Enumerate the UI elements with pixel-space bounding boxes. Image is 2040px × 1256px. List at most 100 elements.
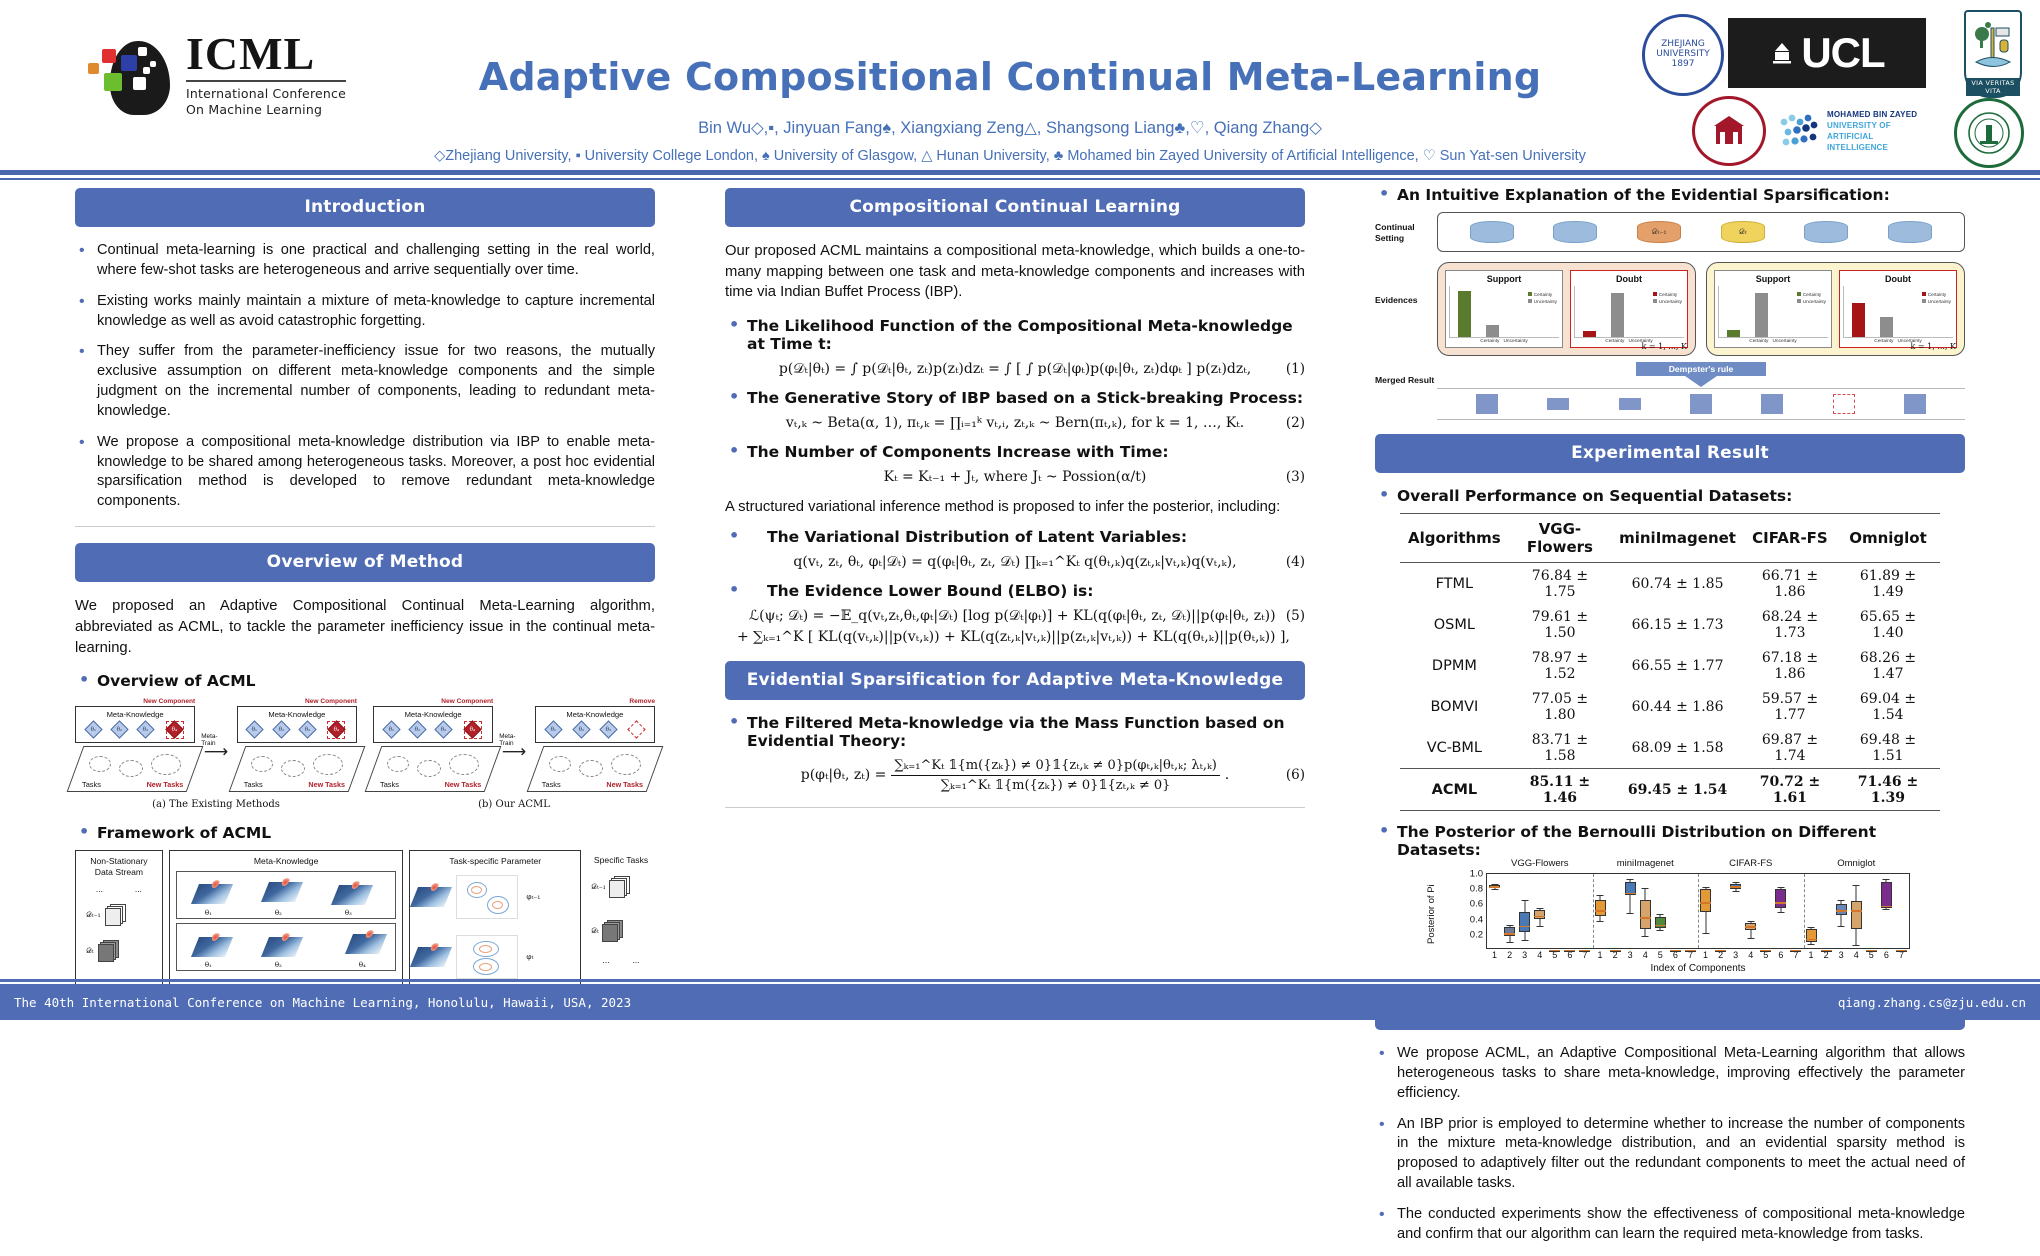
overview-paragraph: We proposed an Adaptive Compositional Co… xyxy=(75,598,655,656)
boxplot-y-tick: 0.8 xyxy=(1469,883,1483,895)
boxplot-x-tick: 1 xyxy=(1492,950,1498,960)
equation-1-body: p(𝒟ₜ|θₜ) = ∫ p(𝒟ₜ|θₜ, zₜ)p(zₜ)dzₜ = ∫ [ … xyxy=(778,361,1252,378)
equation-5-line1: ℒ(ψₜ; 𝒟ₜ) = −𝔼_q(vₜ,zₜ,θₜ,φₜ|𝒟ₜ) [log p(… xyxy=(749,607,1276,624)
equation-4-body: q(vₜ, zₜ, θₜ, φₜ|𝒟ₜ) = q(φₜ|θₜ, zₜ, 𝒟ₜ) … xyxy=(793,553,1237,570)
equation-1: p(𝒟ₜ|θₜ) = ∫ p(𝒟ₜ|θₜ, zₜ)p(zₜ)dzₜ = ∫ [ … xyxy=(725,361,1305,377)
table-row: OSML 79.61 ± 1.50 66.15 ± 1.73 68.24 ± 1… xyxy=(1433,608,1917,641)
boxplot-y-tick: 1.0 xyxy=(1469,868,1483,880)
boxplot-x-tick: 4 xyxy=(1642,950,1648,960)
zhejiang-university-logo: ZHEJIANG UNIVERSITY 1897 xyxy=(1642,14,1724,96)
dataset-cylinder xyxy=(1469,221,1514,243)
boxplot-x-tick: 3 xyxy=(1627,950,1633,960)
subheading-intuitive-explanation: An Intuitive Explanation of the Evidenti… xyxy=(1375,184,1965,204)
boxplot-group-label: VGG-Flowers xyxy=(1510,858,1569,869)
equation-5: ℒ(ψₜ; 𝒟ₜ) = −𝔼_q(vₜ,zₜ,θₜ,φₜ|𝒟ₜ) [log p(… xyxy=(725,608,1305,645)
equation-1-number: (1) xyxy=(1285,361,1305,378)
author-list: Bin Wu◇,▪, Jinyuan Fang♠, Xiangxiang Zen… xyxy=(698,119,1322,137)
equation-6-number: (6) xyxy=(1285,767,1305,784)
merged-component xyxy=(1689,394,1712,414)
framework-label-phi-cur: φₜ xyxy=(526,952,534,962)
dataset-cylinder-prev: 𝒟ₜ₋₁ xyxy=(1637,221,1682,243)
column-right: An Intuitive Explanation of the Evidenti… xyxy=(1375,184,1965,1256)
boxplot-group-label: miniImagenet xyxy=(1616,858,1674,869)
icml-subtitle-line2: On Machine Learning xyxy=(186,101,323,117)
doubt-panel: Doubt Certainty Uncertainty Certainty Un… xyxy=(1570,270,1688,348)
introduction-bullet-list: Continual meta-learning is one practical… xyxy=(75,240,655,512)
hunan-crest-icon xyxy=(1714,116,1744,144)
merged-component-removed xyxy=(1832,394,1855,414)
boxplot-x-tick: 4 xyxy=(1853,950,1859,960)
boxplot-x-tick: 3 xyxy=(1522,950,1528,960)
equation-4-number: (4) xyxy=(1285,553,1305,570)
figure-caption-b: (b) Our ACML xyxy=(478,799,550,811)
equation-6-denominator: ∑ₖ₌₁^Kₜ 𝟙{m({zₖ}) ≠ 0}𝟙{zₜ,ₖ ≠ 0} xyxy=(940,777,1171,793)
equation-3-number: (3) xyxy=(1285,469,1305,486)
boxplot-x-tick: 2 xyxy=(1507,950,1513,960)
dempster-rule-label: Dempster's rule xyxy=(1636,362,1766,376)
support-panel-2: Support Certainty Uncertainty Certainty … xyxy=(1714,270,1832,348)
boxplot-group-divider xyxy=(1592,874,1594,948)
merged-result-bar xyxy=(1437,388,1965,420)
framework-label-d-cur: 𝒟ₜ xyxy=(86,945,94,955)
compositional-mid-paragraph: A structured variational inference metho… xyxy=(725,499,1281,516)
boxplot-plot-area: 0.2 0.4 0.6 0.8 1.0 VGG-Flowers 1 2 3 4 5 6 7 miniIma… xyxy=(1470,858,1910,960)
table-column-header: VGG-Flowers xyxy=(1508,513,1612,563)
section-header-experimental: Experimental Result xyxy=(1375,434,1965,473)
figure-label-new-component-3: New Component xyxy=(441,698,494,706)
section-divider xyxy=(75,526,655,528)
list-item: Existing works mainly maintain a mixture… xyxy=(75,291,655,332)
header-divider-thick xyxy=(0,170,2040,175)
ucl-dome-icon xyxy=(1773,43,1792,64)
organization-logos: ZHEJIANG UNIVERSITY 1897 UCL VIA VERITAS… xyxy=(1610,6,2030,168)
poster-root: ICML International Conference On Machine… xyxy=(0,0,2040,1242)
boxplot-group-divider xyxy=(1698,874,1699,948)
table-column-header: CIFAR-FS xyxy=(1743,513,1836,563)
table-header-row: Algorithms VGG-Flowers miniImagenet CIFA… xyxy=(1400,513,1940,563)
sysu-crest-icon xyxy=(1968,112,2010,154)
footer-divider xyxy=(0,979,2040,982)
figure-label-new-component: New Component xyxy=(143,698,196,706)
boxplot-x-tick: 1 xyxy=(1808,950,1814,960)
subheading-overview-acml: Overview of ACML xyxy=(75,670,655,690)
subheading-framework-acml: Framework of ACML xyxy=(75,822,655,842)
subheading-likelihood: The Likelihood Function of the Compositi… xyxy=(725,315,1305,353)
equation-6-numerator: ∑ₖ₌₁^Kₜ 𝟙{m({zₖ}) ≠ 0}𝟙{zₜ,ₖ ≠ 0}p(φₜ,ₖ|… xyxy=(894,757,1217,773)
mbzuai-line1: MOHAMED BIN ZAYED xyxy=(1827,110,1918,120)
subheading-posterior-bernoulli: The Posterior of the Bernoulli Distribut… xyxy=(1375,821,1965,859)
section-divider-mid xyxy=(725,806,1305,808)
figure-label-meta-knowledge-4: Meta-Knowledge xyxy=(566,710,624,720)
zju-logo-text: ZHEJIANG UNIVERSITY 1897 xyxy=(1656,39,1710,69)
section-header-evidential: Evidential Sparsification for Adaptive M… xyxy=(725,660,1305,700)
table-column-header: Omniglot xyxy=(1835,513,1940,563)
results-table: Algorithms VGG-Flowers miniImagenet CIFA… xyxy=(1400,513,1940,811)
figure-row-labels: Continual Setting Evidences Merged Resul… xyxy=(1375,222,1435,386)
list-item: We propose a compositional meta-knowledg… xyxy=(75,432,655,512)
section-header-compositional: Compositional Continual Learning xyxy=(725,188,1305,227)
list-item: An IBP prior is employed to determine wh… xyxy=(1375,1114,1965,1194)
sun-yat-sen-university-logo xyxy=(1954,98,2024,168)
figure-label-new-component-2: New Component xyxy=(304,698,357,706)
glasgow-crest-icon xyxy=(1974,22,2012,67)
merged-component xyxy=(1547,398,1570,410)
list-item: They suffer from the parameter-inefficie… xyxy=(75,341,655,421)
list-item: The conducted experiments show the effec… xyxy=(1375,1204,1965,1245)
mbzuai-logo: MOHAMED BIN ZAYED UNIVERSITY OF ARTIFICI… xyxy=(1778,106,1928,158)
boxplot-figure: Posterior of Pi 0.2 0.4 0.6 0.8 1.0 VGG-Flowe… xyxy=(1375,858,1965,975)
equation-5-number: (5) xyxy=(1285,607,1305,624)
equation-4: q(vₜ, zₜ, θₜ, φₜ|𝒟ₜ) = q(φₜ|θₜ, zₜ, 𝒟ₜ) … xyxy=(725,554,1305,570)
figure-label-new-tasks: New Tasks xyxy=(146,780,184,790)
equation-2: vₜ,ₖ ~ Beta(α, 1), πₜ,ₖ = ∏ᵢ₌₁ᵏ vₜ,ᵢ, zₜ… xyxy=(725,415,1305,431)
list-item: We propose ACML, an Adaptive Composition… xyxy=(1375,1043,1965,1104)
boxplot-y-tick: 0.2 xyxy=(1469,929,1483,941)
equation-5-line2: + ∑ₖ₌₁^K [ KL(q(vₜ,ₖ)||p(vₜ,ₖ)) + KL(q(z… xyxy=(737,628,1290,645)
subheading-filtered-meta-knowledge: The Filtered Meta-knowledge via the Mass… xyxy=(725,712,1305,750)
evidence-card-prev: Support Certainty Uncertainty Certainty … xyxy=(1437,262,1696,356)
figure-label-meta-knowledge: Meta-Knowledge xyxy=(106,710,164,720)
poster-footer: The 40th International Conference on Mac… xyxy=(0,984,2040,1020)
section-header-introduction: Introduction xyxy=(75,188,655,227)
header-divider-thin xyxy=(0,178,2040,180)
subheading-generative-story: The Generative Story of IBP based on a S… xyxy=(725,387,1305,407)
boxplot-x-tick: 6 xyxy=(1883,950,1889,960)
equation-6-lhs: p(φₜ|θₜ, zₜ) = xyxy=(800,767,887,784)
ucl-logo: UCL xyxy=(1728,18,1926,88)
